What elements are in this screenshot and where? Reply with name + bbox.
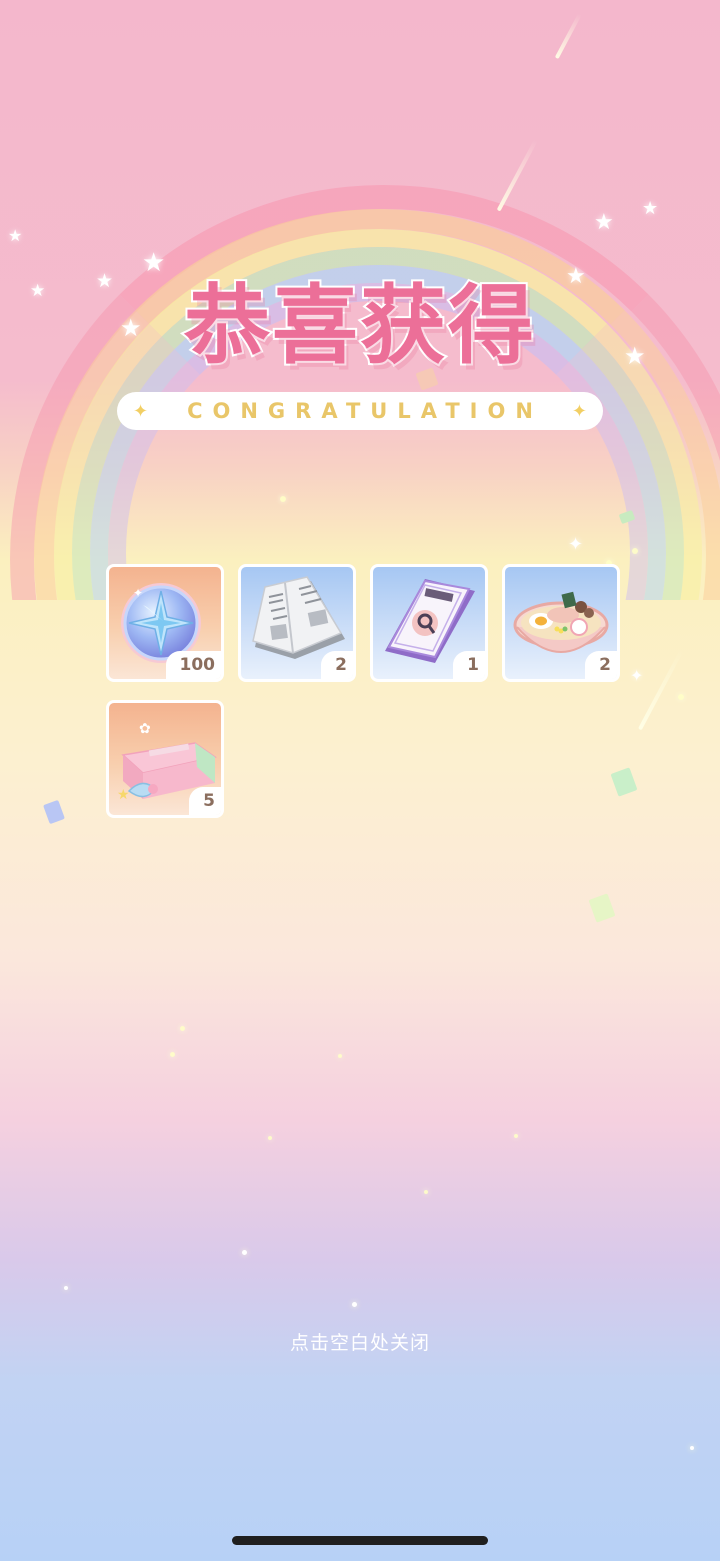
confetti-piece xyxy=(588,893,616,923)
reward-item-compass-coin[interactable]: ✦ 100 xyxy=(106,564,224,682)
glitter-dot xyxy=(678,694,684,700)
confetti-piece xyxy=(43,799,65,825)
reward-count: 2 xyxy=(321,651,353,679)
glitter-dot xyxy=(424,1190,428,1194)
glitter-dot xyxy=(690,1446,694,1450)
glitter-dot xyxy=(242,1250,247,1255)
reward-count: 5 xyxy=(189,787,221,815)
close-hint-text: 点击空白处关闭 xyxy=(289,1332,430,1354)
star-icon: ★ xyxy=(594,210,614,235)
glitter-dot xyxy=(514,1134,518,1138)
svg-text:✦: ✦ xyxy=(133,586,143,600)
light-streak xyxy=(637,649,684,731)
star-icon: ★ xyxy=(8,226,23,245)
star-icon: ★ xyxy=(642,198,659,219)
reward-grid: ✦ 100 2 1 2 ★ ✿ 5 xyxy=(106,564,620,818)
reward-count: 1 xyxy=(453,651,485,679)
reward-popup-screen[interactable]: ★ ★ ★ ★ ★ ★ ★ ★ ★ ✦ ✦ 恭喜获得 ✦ CONGRATULAT… xyxy=(0,0,720,1561)
reward-count: 2 xyxy=(585,651,617,679)
reward-item-newspaper[interactable]: 2 xyxy=(238,564,356,682)
svg-text:★: ★ xyxy=(117,787,130,803)
reward-item-magazine[interactable]: 1 xyxy=(370,564,488,682)
glitter-dot xyxy=(170,1052,175,1057)
glitter-dot xyxy=(64,1286,68,1290)
glitter-dot xyxy=(180,1026,185,1031)
reward-count: 100 xyxy=(165,651,221,679)
glitter-dot xyxy=(632,548,638,554)
home-indicator[interactable] xyxy=(232,1536,488,1545)
sparkle-icon: ✦ xyxy=(133,400,149,422)
svg-text:✿: ✿ xyxy=(139,721,151,737)
glitter-dot xyxy=(338,1054,342,1058)
sparkle-icon: ✦ xyxy=(571,400,587,422)
glitter-dot xyxy=(352,1302,357,1307)
congratulations-title: 恭喜获得 xyxy=(182,274,536,378)
reward-item-gift-box[interactable]: ★ ✿ 5 xyxy=(106,700,224,818)
sparkle-icon: ✦ xyxy=(568,534,584,555)
glitter-dot xyxy=(280,496,286,502)
glitter-dot xyxy=(268,1136,272,1140)
reward-item-ramen[interactable]: 2 xyxy=(502,564,620,682)
banner-subtitle: CONGRATULATION xyxy=(187,399,543,423)
congratulation-banner: ✦ CONGRATULATION ✦ xyxy=(117,392,603,430)
sparkle-icon: ✦ xyxy=(630,666,644,685)
